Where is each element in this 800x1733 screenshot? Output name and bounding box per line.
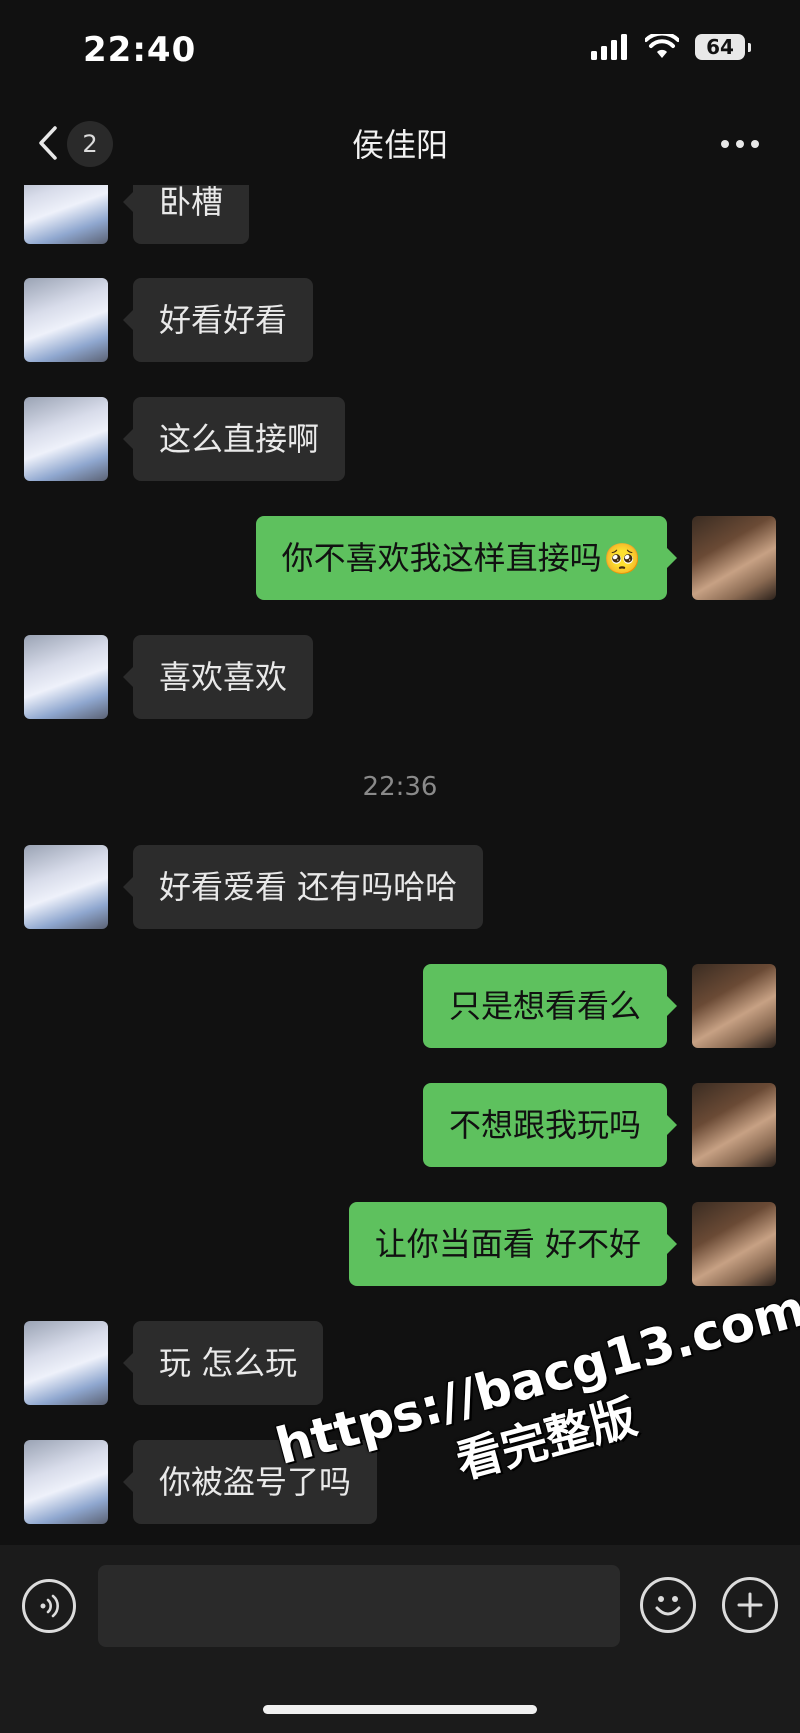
incoming-bubble[interactable]: 你被盗号了吗 bbox=[122, 1440, 378, 1524]
contact-avatar[interactable] bbox=[24, 845, 108, 929]
incoming-bubble[interactable]: 卧槽 bbox=[122, 185, 250, 244]
pleading-face-emoji: 🥺 bbox=[603, 542, 641, 577]
contact-avatar[interactable] bbox=[24, 278, 108, 362]
contact-avatar[interactable] bbox=[24, 185, 108, 244]
chat-title: 侯佳阳 bbox=[351, 126, 448, 164]
outgoing-bubble[interactable]: 让你当面看 好不好 bbox=[348, 1202, 678, 1286]
voice-button[interactable] bbox=[22, 1579, 76, 1633]
contact-avatar[interactable] bbox=[24, 1440, 108, 1524]
message-input[interactable] bbox=[98, 1565, 620, 1647]
chat-timestamp: 22:36 bbox=[362, 772, 438, 802]
outgoing-bubble[interactable]: 只是想看看么 bbox=[422, 964, 678, 1048]
my-avatar[interactable] bbox=[692, 1083, 776, 1167]
home-area bbox=[0, 1675, 800, 1733]
incoming-bubble[interactable]: 好看爱看 还有吗哈哈 bbox=[122, 845, 484, 929]
more-dots-icon bbox=[721, 140, 759, 148]
emoji-button[interactable] bbox=[640, 1577, 696, 1633]
incoming-bubble[interactable]: 玩 怎么玩 bbox=[122, 1321, 324, 1405]
home-indicator[interactable] bbox=[263, 1705, 537, 1714]
contact-avatar[interactable] bbox=[24, 1321, 108, 1405]
contact-avatar[interactable] bbox=[24, 397, 108, 481]
battery-icon: 64 bbox=[695, 34, 751, 60]
wifi-icon bbox=[645, 34, 679, 58]
contact-avatar[interactable] bbox=[24, 635, 108, 719]
voice-icon bbox=[40, 1594, 59, 1618]
emoji-icon bbox=[655, 1596, 681, 1616]
my-avatar[interactable] bbox=[692, 964, 776, 1048]
battery-level: 64 bbox=[706, 35, 734, 59]
my-avatar[interactable] bbox=[692, 1202, 776, 1286]
message-text: 你不喜欢我这样直接吗 bbox=[281, 539, 602, 577]
more-button[interactable] bbox=[716, 126, 764, 162]
message-list[interactable]: 卧槽 好看好看 这么直接啊 你不喜欢我这样直接吗🥺 喜欢喜欢 22:36 好看爱… bbox=[0, 185, 800, 1545]
outgoing-bubble[interactable]: 不想跟我玩吗 bbox=[422, 1083, 678, 1167]
status-time: 22:40 bbox=[83, 30, 197, 70]
status-icons: 64 bbox=[591, 34, 751, 60]
incoming-bubble[interactable]: 好看好看 bbox=[122, 278, 314, 362]
outgoing-bubble[interactable]: 你不喜欢我这样直接吗🥺 bbox=[255, 516, 678, 600]
status-bar: 22:40 64 bbox=[0, 0, 800, 100]
add-button[interactable] bbox=[722, 1577, 778, 1633]
signal-icon bbox=[591, 34, 627, 60]
input-bar bbox=[0, 1545, 800, 1675]
incoming-bubble[interactable]: 这么直接啊 bbox=[122, 397, 346, 481]
my-avatar[interactable] bbox=[692, 516, 776, 600]
chat-header: 2 侯佳阳 bbox=[0, 100, 800, 185]
incoming-bubble[interactable]: 喜欢喜欢 bbox=[122, 635, 314, 719]
add-icon bbox=[737, 1592, 763, 1618]
